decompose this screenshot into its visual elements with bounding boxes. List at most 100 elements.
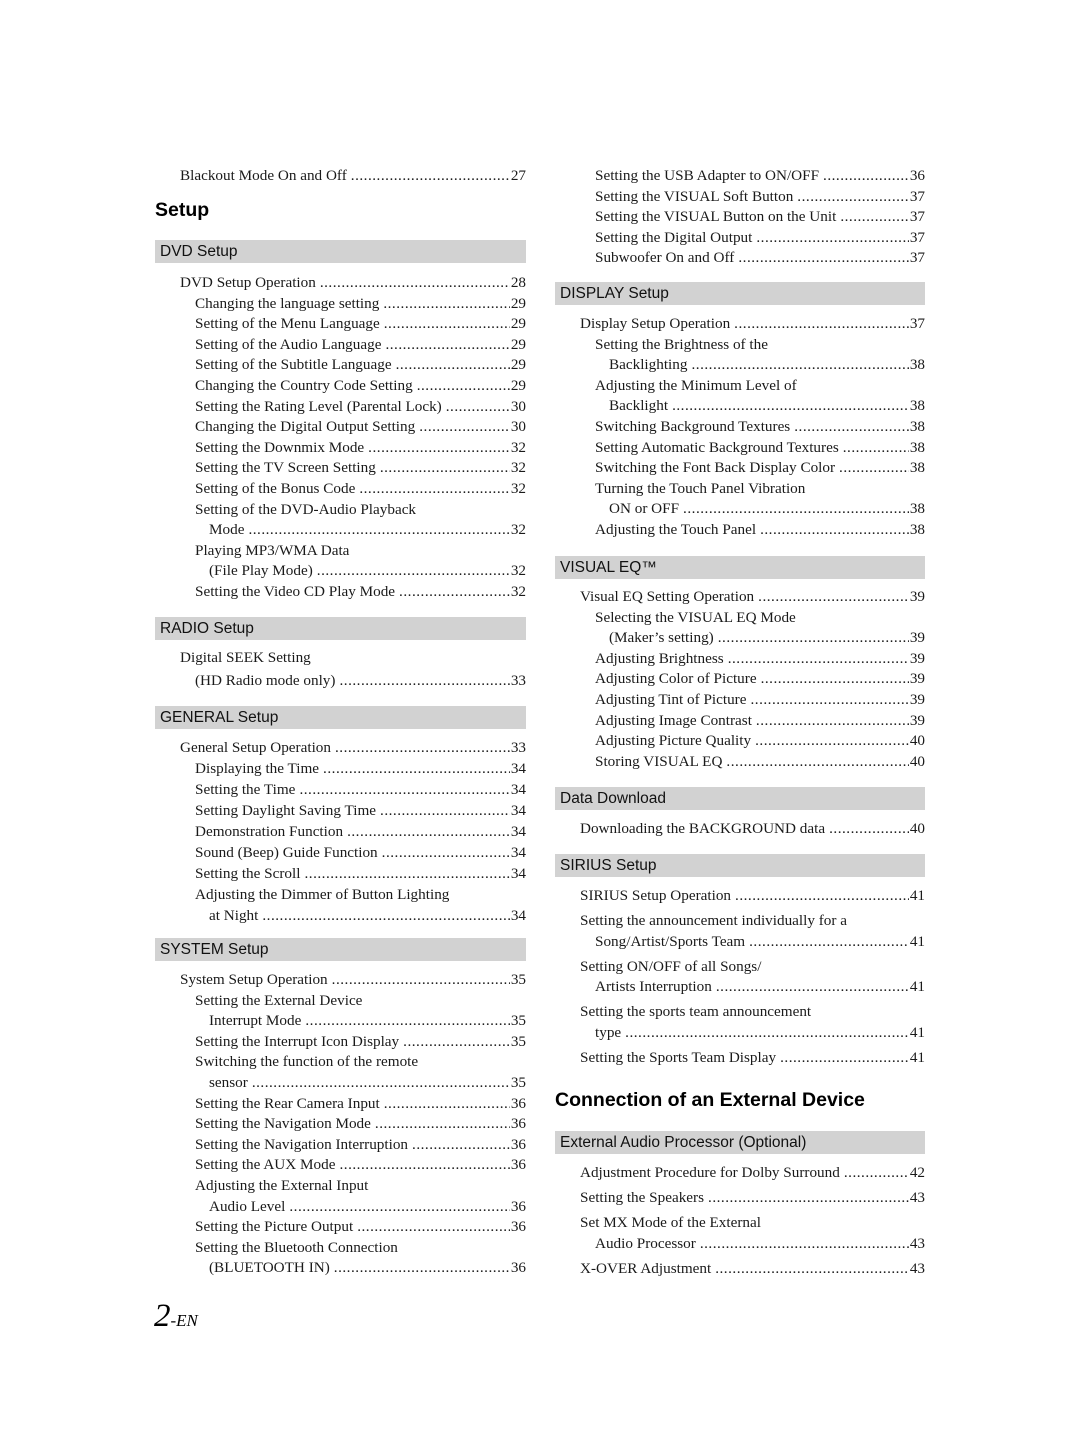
toc-entry[interactable]: Audio Processor 43 <box>555 1233 925 1255</box>
toc-entry[interactable]: Setting of the DVD-Audio Playback <box>155 499 526 521</box>
toc-entry[interactable]: Blackout Mode On and Off 27 <box>155 166 526 187</box>
toc-entry[interactable]: Setting Daylight Saving Time 34 <box>155 801 526 822</box>
toc-entry[interactable]: Displaying the Time 34 <box>155 759 526 780</box>
toc-entry[interactable]: (HD Radio mode only) 33 <box>155 670 526 692</box>
toc-entry[interactable]: X-OVER Adjustment 43 <box>555 1258 925 1280</box>
toc-entry[interactable]: Setting the USB Adapter to ON/OFF 36 <box>555 166 925 187</box>
toc-entry[interactable]: Adjusting the Minimum Level of <box>555 375 925 397</box>
toc-entry[interactable]: Setting the sports team announcement <box>555 1002 925 1023</box>
toc-entry[interactable]: Storing VISUAL EQ 40 <box>555 751 925 773</box>
toc-entry[interactable]: Subwoofer On and Off 37 <box>555 248 925 269</box>
toc-entry[interactable]: Setting the Sports Team Display 41 <box>555 1047 925 1069</box>
toc-entry[interactable]: Setting the Picture Output 36 <box>155 1217 526 1238</box>
toc-entry[interactable]: Display Setup Operation 37 <box>555 314 925 335</box>
toc-entry[interactable]: Setting the Navigation Interruption 36 <box>155 1134 526 1156</box>
toc-entry[interactable]: Setting the Bluetooth Connection <box>155 1237 526 1259</box>
toc-entry[interactable]: Setting of the Bonus Code 32 <box>155 479 526 500</box>
toc-entry[interactable]: Setting the Rating Level (Parental Lock)… <box>155 396 526 418</box>
toc-entry[interactable]: (BLUETOOTH IN) 36 <box>155 1258 526 1279</box>
toc-entry[interactable]: Changing the Digital Output Setting 30 <box>155 417 526 438</box>
toc-entry-label: Setting the Rating Level (Parental Lock) <box>195 396 446 418</box>
toc-entry[interactable]: Setting the Time 34 <box>155 780 526 801</box>
toc-entry-page: 34 <box>510 781 526 798</box>
toc-entry-label: Setting the Interrupt Icon Display <box>195 1031 404 1053</box>
toc-entry[interactable]: type 41 <box>555 1022 925 1044</box>
toc-entry[interactable]: Visual EQ Setting Operation 39 <box>555 587 925 608</box>
toc-entry[interactable]: SIRIUS Setup Operation 41 <box>555 886 925 907</box>
toc-entry[interactable]: Setting the VISUAL Button on the Unit 37 <box>555 207 925 228</box>
toc-entry[interactable]: Setting of the Menu Language 29 <box>155 314 526 335</box>
toc-entry[interactable]: Setting the Downmix Mode 32 <box>155 437 526 459</box>
toc-entry[interactable]: Digital SEEK Setting <box>155 648 526 669</box>
toc-entry[interactable]: ON or OFF 38 <box>555 499 925 520</box>
toc-entry[interactable]: Setting the TV Screen Setting 32 <box>155 458 526 479</box>
toc-entry[interactable]: Switching the function of the remote <box>155 1052 526 1073</box>
toc-entry[interactable]: Changing the language setting 29 <box>155 293 526 315</box>
toc-entry[interactable]: Adjusting Color of Picture 39 <box>555 669 925 690</box>
toc-entry[interactable]: Setting the Speakers 43 <box>555 1188 925 1209</box>
toc-entry[interactable]: Setting the Rear Camera Input 36 <box>155 1093 526 1115</box>
toc-entry[interactable]: Adjusting Image Contrast 39 <box>555 710 925 732</box>
toc-entry[interactable]: DVD Setup Operation 28 <box>155 273 526 294</box>
toc-entry[interactable]: at Night 34 <box>155 906 526 927</box>
toc-entry-page: 41 <box>909 887 925 904</box>
toc-entry[interactable]: Setting of the Subtitle Language 29 <box>155 355 526 376</box>
toc-entry[interactable]: (Maker’s setting) 39 <box>555 628 925 649</box>
section-title-connection: Connection of an External Device <box>555 1089 865 1111</box>
toc-entry[interactable]: Adjusting Brightness 39 <box>555 648 925 670</box>
dot-leader <box>380 458 510 479</box>
toc-entry[interactable]: Switching the Font Back Display Color 38 <box>555 458 925 479</box>
toc-entry[interactable]: Sound (Beep) Guide Function 34 <box>155 843 526 864</box>
toc-entry[interactable]: Turning the Touch Panel Vibration <box>555 478 925 500</box>
toc-entry[interactable]: Setting the External Device <box>155 990 526 1012</box>
toc-entry[interactable]: Setting Automatic Background Textures 38 <box>555 437 925 459</box>
toc-entry[interactable]: Audio Level 36 <box>155 1196 526 1218</box>
toc-entry[interactable]: Setting the Brightness of the <box>555 334 925 356</box>
toc-entry-label: Adjusting Image Contrast <box>595 710 756 732</box>
toc-entry[interactable]: Set MX Mode of the External <box>555 1213 925 1234</box>
toc-entry-label: Visual EQ Setting Operation <box>580 587 759 608</box>
toc-entry-label: Audio Processor <box>595 1233 700 1255</box>
toc-entry-label: Interrupt Mode <box>209 1011 306 1032</box>
toc-entry[interactable]: Adjustment Procedure for Dolby Surround 4… <box>555 1163 925 1184</box>
toc-entry[interactable]: System Setup Operation 35 <box>155 970 526 991</box>
toc-entry[interactable]: Setting the announcement individually fo… <box>555 911 925 932</box>
toc-entry[interactable]: Adjusting Picture Quality 40 <box>555 731 925 752</box>
toc-entry[interactable]: Adjusting the Dimmer of Button Lighting <box>155 885 526 906</box>
toc-entry[interactable]: sensor 35 <box>155 1073 526 1094</box>
toc-entry[interactable]: Setting the Scroll 34 <box>155 864 526 885</box>
dot-leader <box>839 458 909 479</box>
toc-entry[interactable]: Backlight 38 <box>555 396 925 417</box>
toc-entry[interactable]: Adjusting Tint of Picture 39 <box>555 690 925 711</box>
toc-entry-page: 33 <box>510 739 526 756</box>
toc-entry[interactable]: Setting the Navigation Mode 36 <box>155 1114 526 1135</box>
toc-entry[interactable]: Changing the Country Code Setting 29 <box>155 376 526 397</box>
toc-entry[interactable]: Backlighting 38 <box>555 355 925 376</box>
toc-entry[interactable]: Interrupt Mode 35 <box>155 1011 526 1032</box>
toc-entry[interactable]: Demonstration Function 34 <box>155 822 526 843</box>
toc-entry[interactable]: Setting the Video CD Play Mode 32 <box>155 582 526 603</box>
toc-entry[interactable]: Setting ON/OFF of all Songs/ <box>555 956 925 978</box>
toc-entry-label: Selecting the VISUAL EQ Mode <box>595 607 800 629</box>
toc-entry[interactable]: Selecting the VISUAL EQ Mode <box>555 607 925 629</box>
toc-entry[interactable]: Setting the Digital Output 37 <box>555 227 925 249</box>
dot-leader <box>339 671 509 692</box>
group-header-system-setup: SYSTEM Setup <box>155 938 526 961</box>
toc-entry[interactable]: Mode 32 <box>155 520 526 541</box>
toc-entry-label: Setting the Digital Output <box>595 227 757 249</box>
toc-entry[interactable]: Setting the AUX Mode 36 <box>155 1155 526 1176</box>
toc-entry[interactable]: Playing MP3/WMA Data <box>155 540 526 562</box>
toc-entry[interactable]: Setting of the Audio Language 29 <box>155 334 526 356</box>
toc-entry-label: Switching Background Textures <box>595 417 795 438</box>
toc-entry[interactable]: Artists Interruption 41 <box>555 977 925 998</box>
toc-entry[interactable]: Adjusting the External Input <box>155 1176 526 1197</box>
toc-entry[interactable]: (File Play Mode) 32 <box>155 561 526 582</box>
toc-entry[interactable]: Switching Background Textures 38 <box>555 417 925 438</box>
toc-entry[interactable]: Song/Artist/Sports Team 41 <box>555 931 925 953</box>
toc-entry[interactable]: General Setup Operation 33 <box>155 738 526 759</box>
toc-entry-label: Storing VISUAL EQ <box>595 751 727 773</box>
toc-entry[interactable]: Setting the Interrupt Icon Display 35 <box>155 1031 526 1053</box>
toc-entry[interactable]: Adjusting the Touch Panel 38 <box>555 520 925 541</box>
toc-entry[interactable]: Setting the VISUAL Soft Button 37 <box>555 186 925 208</box>
toc-entry[interactable]: Downloading the BACKGROUND data 40 <box>555 819 925 840</box>
